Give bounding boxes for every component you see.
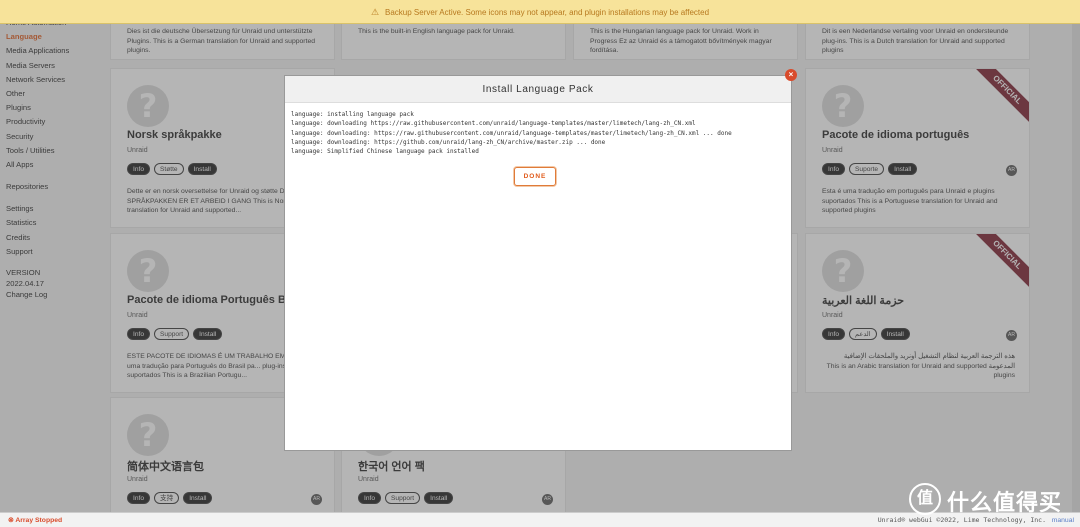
done-button[interactable]: DONE	[514, 167, 556, 186]
warning-text: Backup Server Active. Some icons may not…	[385, 8, 710, 17]
array-status-text: Array Stopped	[15, 517, 63, 524]
log-line: language: Simplified Chinese language pa…	[291, 148, 479, 156]
warning-icon: ⚠	[370, 7, 380, 17]
watermark-text: 什么值得买	[947, 490, 1063, 515]
log-line: language: installing language pack	[291, 111, 414, 118]
log-line: language: downloading https://raw.github…	[291, 120, 696, 128]
close-icon[interactable]: ×	[785, 69, 797, 81]
array-status: ⊗ Array Stopped	[8, 513, 62, 527]
log-line: language: downloading: https://github.co…	[291, 138, 606, 146]
watermark-logo: 值	[909, 483, 941, 515]
warning-banner: ⚠ Backup Server Active. Some icons may no…	[0, 0, 1080, 24]
watermark: 值 什么值得买	[905, 481, 1075, 517]
install-language-dialog: Install Language Pack × language: instal…	[284, 69, 797, 451]
dialog-title: Install Language Pack	[285, 76, 791, 103]
install-log: language: installing language pack langua…	[291, 110, 785, 156]
log-line: language: downloading: https://raw.githu…	[291, 129, 732, 137]
